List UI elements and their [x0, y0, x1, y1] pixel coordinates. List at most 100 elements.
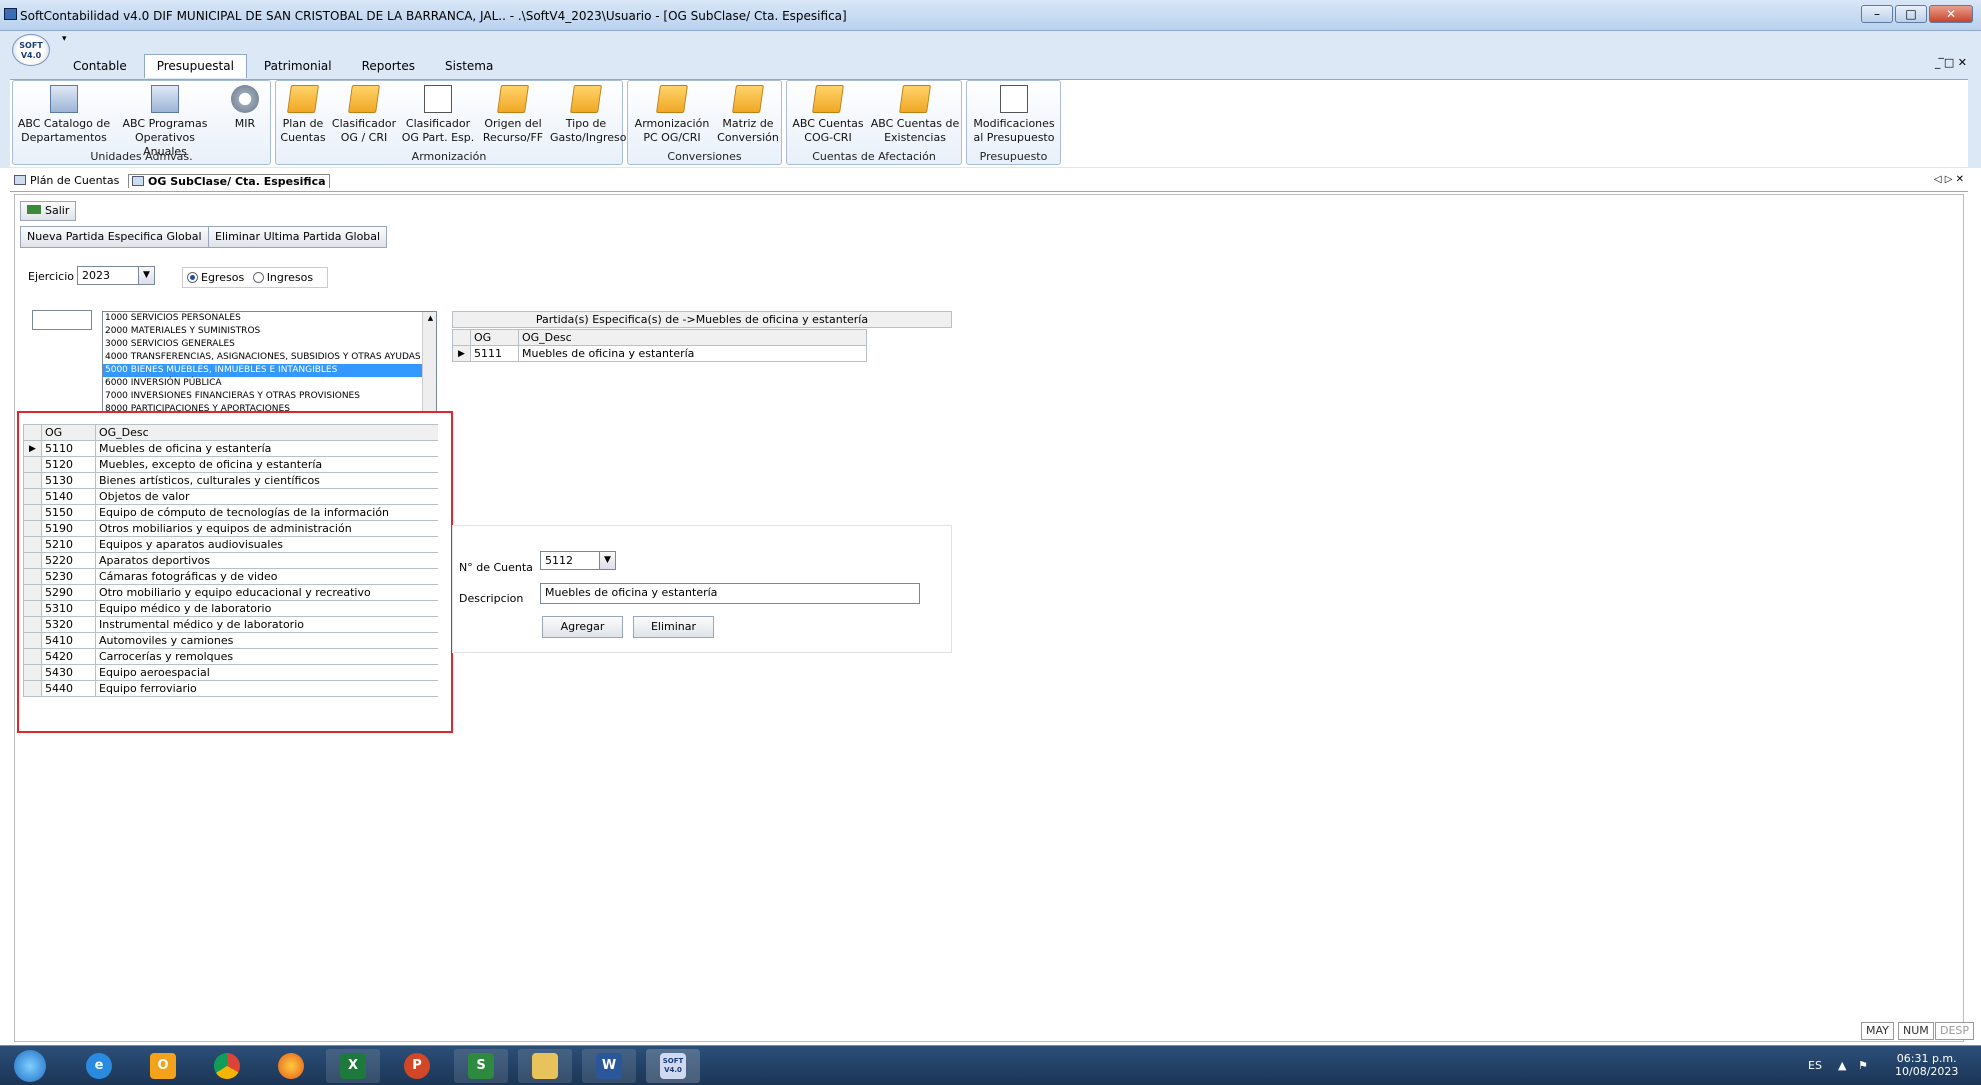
class-listbox[interactable]: 1000 SERVICIOS PERSONALES 2000 MATERIALE…	[102, 311, 437, 413]
tab-sistema[interactable]: Sistema	[432, 54, 506, 78]
list-item[interactable]: 6000 INVERSIÓN PÚBLICA	[103, 377, 436, 390]
action-center-flag-icon[interactable]: ⚑	[1858, 1059, 1868, 1072]
ejercicio-label: Ejercicio	[28, 270, 74, 283]
ribbon-group-presupuesto: Modificaciones al Presupuesto Presupuest…	[966, 80, 1061, 165]
cuenta-select[interactable]: 5112 ▼	[540, 551, 616, 570]
tipo-radio-group: Egresos Ingresos	[182, 267, 328, 288]
gear-icon	[231, 85, 259, 113]
close-button[interactable]: ✕	[1929, 5, 1973, 23]
taskbar-explorer[interactable]	[518, 1049, 572, 1083]
tipo-de-gasto-button[interactable]: Tipo de Gasto/Ingreso	[550, 85, 626, 145]
cuenta-label: N° de Cuenta	[459, 561, 533, 574]
filter-input[interactable]	[32, 310, 92, 330]
origen-del-recurso-button[interactable]: Origen del Recurso/FF	[478, 85, 548, 145]
windows-orb-icon	[14, 1050, 46, 1082]
partida-grid-caption: Partida(s) Especifica(s) de ->Muebles de…	[452, 311, 952, 328]
status-may: MAY	[1861, 1022, 1894, 1040]
word-icon: W	[596, 1053, 622, 1079]
ribbon-group-cuentas-afectacion: ABC Cuentas COG-CRI ABC Cuentas de Exist…	[786, 80, 962, 165]
abc-catalogo-departamentos-button[interactable]: ABC Catalogo de Departamentos	[15, 85, 113, 145]
list-item[interactable]: 2000 MATERIALES Y SUMINISTROS	[103, 325, 436, 338]
status-desp: DESP	[1935, 1022, 1975, 1040]
book-icon	[50, 85, 78, 113]
group-label: Presupuesto	[979, 150, 1048, 163]
highlight-box	[17, 411, 453, 733]
list-scrollbar[interactable]: ▲	[422, 312, 436, 412]
tab-presupuestal[interactable]: Presupuestal	[143, 54, 247, 78]
form-icon	[14, 175, 26, 185]
list-item[interactable]: 1000 SERVICIOS PERSONALES	[103, 312, 436, 325]
taskbar-firefox[interactable]	[264, 1049, 318, 1083]
list-item-selected[interactable]: 5000 BIENES MUEBLES, INMUEBLES E INTANGI…	[103, 364, 436, 377]
column-header-og[interactable]: OG	[470, 329, 519, 346]
abc-cuentas-cog-cri-button[interactable]: ABC Cuentas COG-CRI	[789, 85, 867, 145]
clasificador-og-cri-button[interactable]: Clasificador OG / CRI	[330, 85, 398, 145]
plan-de-cuentas-button[interactable]: Plan de Cuentas	[278, 85, 328, 145]
tab-contable[interactable]: Contable	[60, 54, 140, 78]
taskbar: e O X P S W SOFT V4.0	[0, 1045, 1981, 1085]
taskbar-ie[interactable]: e	[72, 1049, 126, 1083]
table-row[interactable]: ▶ 5111 Muebles de oficina y estantería	[452, 345, 867, 362]
column-header-og-desc[interactable]: OG_Desc	[518, 329, 867, 346]
maximize-button[interactable]: □	[1895, 5, 1927, 23]
folder-icon	[899, 85, 931, 113]
status-num: NUM	[1898, 1022, 1934, 1040]
descripcion-input[interactable]: Muebles de oficina y estantería	[540, 583, 920, 604]
taskbar-softv4[interactable]: SOFT V4.0	[646, 1049, 700, 1083]
list-item[interactable]: 7000 INVERSIONES FINANCIERAS Y OTRAS PRO…	[103, 390, 436, 403]
egresos-radio[interactable]: Egresos	[187, 271, 244, 284]
tab-plan-de-cuentas[interactable]: Plán de Cuentas	[14, 174, 119, 187]
language-indicator[interactable]: ES	[1808, 1059, 1822, 1072]
tab-reportes[interactable]: Reportes	[349, 54, 428, 78]
excel-icon: X	[340, 1053, 366, 1079]
list-item[interactable]: 3000 SERVICIOS GENERALES	[103, 338, 436, 351]
eliminar-ultima-partida-button[interactable]: Eliminar Ultima Partida Global	[208, 226, 388, 248]
clock[interactable]: 06:31 p.m. 10/08/2023	[1895, 1052, 1958, 1078]
matriz-de-conversion-button[interactable]: Matriz de Conversión	[716, 85, 780, 145]
mir-button[interactable]: MIR	[225, 85, 265, 131]
agregar-button[interactable]: Agregar	[542, 616, 623, 638]
row-pointer-icon: ▶	[452, 345, 471, 362]
app-icon	[4, 8, 17, 20]
minimize-button[interactable]: –	[1861, 5, 1893, 23]
soft-s-icon: S	[468, 1053, 494, 1079]
ribbon-group-conversiones: Armonización PC OG/CRI Matriz de Convers…	[627, 80, 782, 165]
ejercicio-select[interactable]: 2023 ▼	[77, 266, 155, 285]
armonizacion-pc-button[interactable]: Armonización PC OG/CRI	[630, 85, 714, 145]
taskbar-chrome[interactable]	[200, 1049, 254, 1083]
taskbar-excel[interactable]: X	[326, 1049, 380, 1083]
tab-og-subclase[interactable]: OG SubClase/ Cta. Espesifica	[128, 174, 330, 188]
list-item[interactable]: 4000 TRANSFERENCIAS, ASIGNACIONES, SUBSI…	[103, 351, 436, 364]
quick-access-dropdown-icon[interactable]: ▾	[62, 34, 67, 44]
eliminar-button[interactable]: Eliminar	[633, 616, 714, 638]
salir-button[interactable]: Salir	[20, 201, 77, 221]
nueva-partida-button[interactable]: Nueva Partida Especifica Global	[20, 226, 209, 248]
start-button[interactable]	[10, 1049, 50, 1083]
modificaciones-presupuesto-button[interactable]: Modificaciones al Presupuesto	[969, 85, 1059, 145]
taskbar-softcontabilidad[interactable]: S	[454, 1049, 508, 1083]
folder-icon	[532, 1053, 558, 1079]
folder-icon	[656, 85, 688, 113]
folder-icon	[812, 85, 844, 113]
show-hidden-icons[interactable]: ▲	[1838, 1059, 1846, 1072]
folder-icon	[287, 85, 319, 113]
mdi-controls[interactable]: _ ̅□ ✕	[1935, 56, 1967, 69]
abc-programas-operativos-button[interactable]: ABC Programas Operativos Anuales	[115, 85, 215, 159]
app-menu-button[interactable]: SOFT V4.0	[12, 34, 50, 66]
chrome-icon	[214, 1053, 240, 1079]
powerpoint-icon: P	[404, 1053, 430, 1079]
tab-patrimonial[interactable]: Patrimonial	[251, 54, 345, 78]
ribbon-group-armonizacion: Plan de Cuentas Clasificador OG / CRI Cl…	[275, 80, 626, 165]
chevron-down-icon: ▼	[138, 267, 154, 284]
form-icon	[132, 176, 144, 186]
abc-cuentas-existencias-button[interactable]: ABC Cuentas de Existencias	[869, 85, 961, 145]
taskbar-outlook[interactable]: O	[136, 1049, 190, 1083]
folder-icon	[732, 85, 764, 113]
taskbar-powerpoint[interactable]: P	[390, 1049, 444, 1083]
folder-icon	[497, 85, 529, 113]
tab-navigation-controls[interactable]: ◁ ▷ ✕	[1934, 174, 1964, 185]
clasificador-og-part-esp-button[interactable]: Clasificador OG Part. Esp.	[400, 85, 476, 145]
taskbar-word[interactable]: W	[582, 1049, 636, 1083]
document-gear-icon	[1000, 85, 1028, 113]
ingresos-radio[interactable]: Ingresos	[252, 271, 313, 284]
